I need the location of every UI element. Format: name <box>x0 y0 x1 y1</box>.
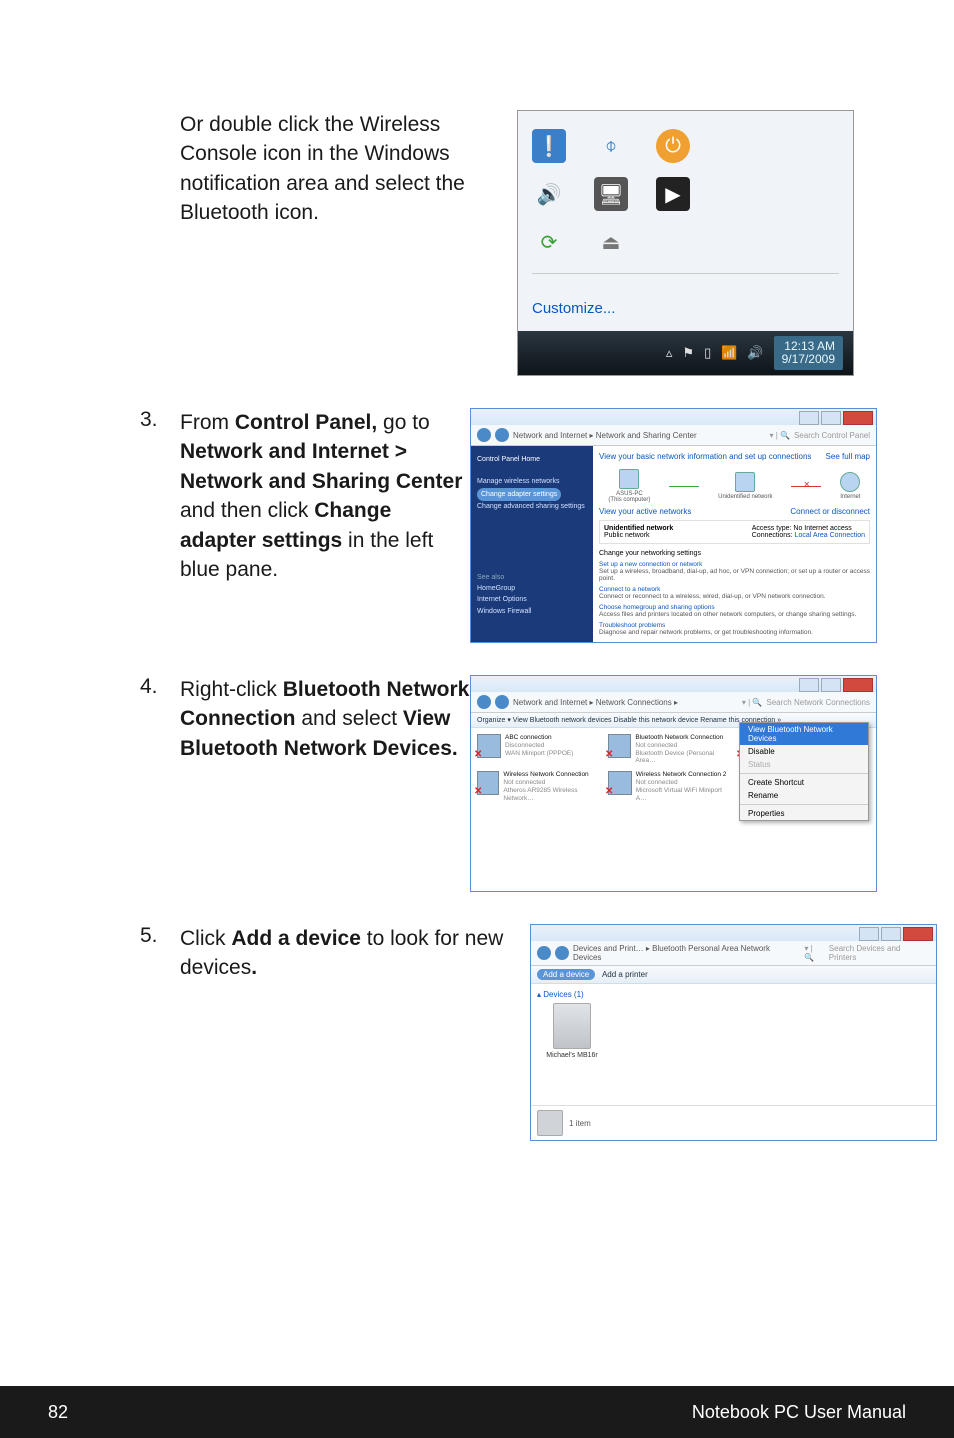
connection-item[interactable]: Bluetooth Network ConnectionNot connecte… <box>608 734 733 765</box>
step4-text: Right-click Bluetooth Network Connection… <box>180 675 470 763</box>
close-button[interactable] <box>903 927 933 941</box>
minimize-button[interactable] <box>799 678 819 692</box>
breadcrumb[interactable]: Network and Internet ▸ Network Connectio… <box>513 698 678 707</box>
step5-text: Click Add a device to look for new devic… <box>180 924 530 983</box>
sidebar-home[interactable]: Control Panel Home <box>477 454 587 465</box>
connection-icon <box>608 734 631 758</box>
step-number: 5. <box>140 924 180 948</box>
tray-flag-icon: ⚑ <box>682 345 694 361</box>
safely-remove-icon: ⏏ <box>594 225 628 259</box>
active-networks-label: View your active networks <box>599 507 691 516</box>
sidebar-homegroup[interactable]: HomeGroup <box>477 583 587 594</box>
sidebar: Control Panel Home Manage wireless netwo… <box>471 446 593 642</box>
device-item[interactable]: Michael's MB16r <box>537 1003 607 1059</box>
sidebar-manage-wireless[interactable]: Manage wireless networks <box>477 476 587 487</box>
sync-icon: ⟳ <box>532 225 566 259</box>
sidebar-internet-options[interactable]: Internet Options <box>477 594 587 605</box>
minimize-button[interactable] <box>799 411 819 425</box>
context-menu: View Bluetooth Network Devices Disable S… <box>739 722 869 821</box>
ctx-create-shortcut[interactable]: Create Shortcut <box>740 776 868 789</box>
maximize-button[interactable] <box>881 927 901 941</box>
bluetooth-icon: ⌽ <box>594 129 628 163</box>
tray-network-icon: 📶 <box>721 345 737 361</box>
connection-item[interactable]: Wireless Network Connection 2Not connect… <box>608 771 733 802</box>
screenshot-devices: Devices and Print… ▸ Bluetooth Personal … <box>530 924 937 1141</box>
device-name: Michael's MB16r <box>546 1052 598 1059</box>
forward-button[interactable] <box>555 946 569 960</box>
media-icon: ▶ <box>656 177 690 211</box>
action-center-icon: ❕ <box>532 129 566 163</box>
ctx-properties[interactable]: Properties <box>740 807 868 820</box>
connection-icon <box>477 734 501 758</box>
device-icon <box>553 1003 591 1049</box>
screenshot-network-connections: Network and Internet ▸ Network Connectio… <box>470 675 877 892</box>
homegroup-link[interactable]: Choose homegroup and sharing options <box>599 604 870 611</box>
sidebar-change-adapter[interactable]: Change adapter settings <box>477 488 561 501</box>
connection-item[interactable]: ABC connectionDisconnectedWAN Miniport (… <box>477 734 602 765</box>
maximize-button[interactable] <box>821 678 841 692</box>
breadcrumb[interactable]: Network and Internet ▸ Network and Shari… <box>513 431 697 440</box>
connect-disconnect-link[interactable]: Connect or disconnect <box>790 507 870 516</box>
back-button[interactable] <box>477 695 491 709</box>
internet-icon <box>840 472 860 492</box>
screenshot-tray: ❕ ⌽ ⏻ 🔊 🖥 ▶ ⟳ ⏏ <box>517 110 854 376</box>
close-button[interactable] <box>843 411 873 425</box>
ctx-view-bluetooth-devices[interactable]: View Bluetooth Network Devices <box>740 723 868 745</box>
page-footer: 82 Notebook PC User Manual <box>0 1386 954 1438</box>
breadcrumb[interactable]: Devices and Print… ▸ Bluetooth Personal … <box>573 944 800 962</box>
tray-volume-icon: 🔊 <box>747 345 763 361</box>
step-number: 3. <box>140 408 180 432</box>
manual-title: Notebook PC User Manual <box>692 1402 906 1423</box>
back-button[interactable] <box>537 946 551 960</box>
forward-button[interactable] <box>495 695 509 709</box>
page-number: 82 <box>48 1402 68 1423</box>
step-number: 4. <box>140 675 180 699</box>
forward-button[interactable] <box>495 428 509 442</box>
sidebar-advanced-sharing[interactable]: Change advanced sharing settings <box>477 501 587 512</box>
close-button[interactable] <box>843 678 873 692</box>
add-printer-button[interactable]: Add a printer <box>602 970 648 979</box>
connection-item[interactable]: Wireless Network ConnectionNot connected… <box>477 771 602 802</box>
devices-section-label: ▴ Devices (1) <box>537 990 930 999</box>
see-also-label: See also <box>477 572 587 583</box>
see-full-map-link[interactable]: See full map <box>826 452 870 461</box>
connection-icon <box>608 771 632 795</box>
connection-icon <box>477 771 499 795</box>
minimize-button[interactable] <box>859 927 879 941</box>
taskbar: ▵ ⚑ ▯ 📶 🔊 12:13 AM 9/17/2009 <box>518 331 853 375</box>
back-button[interactable] <box>477 428 491 442</box>
intro-text: Or double click the Wireless Console ico… <box>180 110 470 228</box>
tray-power-icon: ▯ <box>704 345 711 361</box>
ctx-status[interactable]: Status <box>740 758 868 771</box>
main-title: View your basic network information and … <box>599 452 811 461</box>
ctx-rename[interactable]: Rename <box>740 789 868 802</box>
add-device-button[interactable]: Add a device <box>537 969 595 980</box>
customize-link[interactable]: Customize... <box>518 290 853 331</box>
search-box[interactable]: Search Devices and Printers <box>829 944 930 962</box>
volume-icon: 🔊 <box>532 177 566 211</box>
network-icon: 🖥 <box>594 177 628 211</box>
ctx-disable[interactable]: Disable <box>740 745 868 758</box>
search-box[interactable]: Search Network Connections <box>766 698 870 707</box>
change-settings-label: Change your networking settings <box>599 550 870 557</box>
footer-icon <box>537 1110 563 1136</box>
network-node-icon <box>735 472 755 492</box>
wireless-console-icon: ⏻ <box>656 129 690 163</box>
computer-icon <box>619 469 639 489</box>
local-area-connection-link[interactable]: Local Area Connection <box>795 532 865 539</box>
sidebar-windows-firewall[interactable]: Windows Firewall <box>477 606 587 617</box>
clock-date: 9/17/2009 <box>782 353 835 366</box>
taskbar-clock: 12:13 AM 9/17/2009 <box>774 336 843 370</box>
search-box[interactable]: Search Control Panel <box>794 431 870 440</box>
setup-connection-link[interactable]: Set up a new connection or network <box>599 561 870 568</box>
screenshot-network-center: Network and Internet ▸ Network and Shari… <box>470 408 877 643</box>
connect-network-link[interactable]: Connect to a network <box>599 586 870 593</box>
maximize-button[interactable] <box>821 411 841 425</box>
troubleshoot-link[interactable]: Troubleshoot problems <box>599 622 870 629</box>
step3-text: From Control Panel, go to Network and In… <box>180 408 470 584</box>
tray-expand-icon: ▵ <box>666 345 673 361</box>
item-count: 1 item <box>569 1119 591 1128</box>
